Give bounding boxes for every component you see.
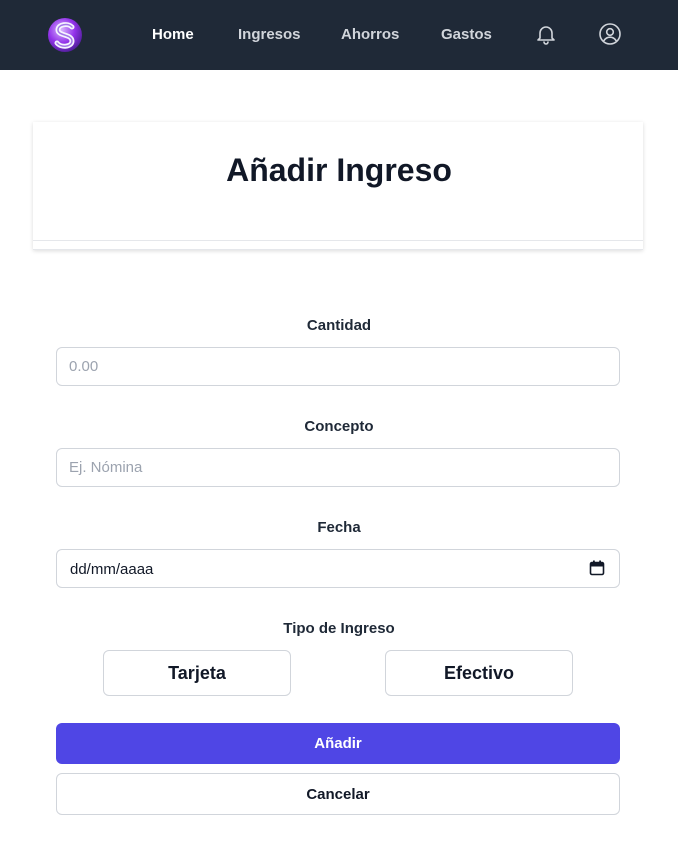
tarjeta-option-button[interactable]: Tarjeta	[103, 650, 291, 696]
tipo-ingreso-label: Tipo de Ingreso	[283, 620, 395, 637]
fecha-input-text: dd/mm/aaaa	[70, 561, 154, 578]
calendar-icon[interactable]	[589, 560, 605, 576]
cancel-button[interactable]: Cancelar	[56, 773, 620, 815]
user-circle-icon[interactable]	[598, 22, 622, 46]
nav-link-home[interactable]: Home	[152, 25, 194, 45]
navbar: Home Ingresos Ahorros Gastos	[0, 0, 678, 70]
nav-link-ahorros[interactable]: Ahorros	[341, 25, 399, 45]
cantidad-input[interactable]	[56, 347, 620, 386]
page-title: Añadir Ingreso	[226, 152, 452, 188]
app-logo[interactable]	[46, 16, 84, 54]
concepto-input[interactable]	[56, 448, 620, 487]
title-card-divider	[33, 240, 643, 241]
nav-link-ingresos[interactable]: Ingresos	[238, 25, 301, 45]
add-button[interactable]: Añadir	[56, 723, 620, 764]
efectivo-option-button[interactable]: Efectivo	[385, 650, 573, 696]
fecha-label: Fecha	[317, 519, 361, 536]
nav-link-gastos[interactable]: Gastos	[441, 25, 492, 45]
cantidad-label: Cantidad	[306, 317, 372, 334]
concepto-label: Concepto	[304, 418, 374, 435]
bell-icon[interactable]	[534, 22, 558, 46]
